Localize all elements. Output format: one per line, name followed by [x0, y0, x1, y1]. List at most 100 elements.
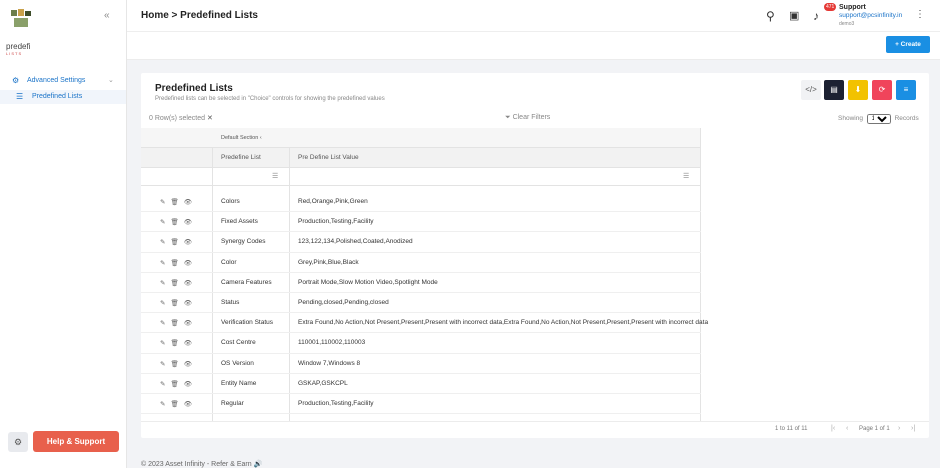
delete-icon[interactable]: 🗑: [170, 199, 183, 206]
row-actions: ✎🗑👁: [160, 380, 197, 388]
delete-icon[interactable]: 🗑: [170, 320, 183, 327]
cell-list-value: Portrait Mode,Slow Motion Video,Spotligh…: [298, 278, 438, 286]
sidebar-item-predefined-lists[interactable]: ☰ Predefined Lists: [0, 90, 126, 104]
clear-filters-button[interactable]: ⏷ Clear Filters: [505, 114, 550, 122]
create-button[interactable]: + Create: [886, 36, 930, 53]
cogs-icon: ⚙: [12, 76, 20, 85]
user-name[interactable]: Support: [839, 4, 866, 11]
chevron-down-icon: ⌄: [108, 77, 114, 84]
edit-icon[interactable]: ✎: [160, 219, 170, 226]
view-icon[interactable]: 👁: [184, 219, 197, 226]
last-page-icon[interactable]: ›|: [911, 425, 915, 432]
view-icon[interactable]: 👁: [184, 239, 197, 246]
search-icon[interactable]: ⚲: [766, 9, 775, 23]
settings-button[interactable]: ⚙: [8, 432, 28, 452]
edit-icon[interactable]: ✎: [160, 381, 170, 388]
delete-icon[interactable]: 🗑: [170, 260, 183, 267]
delete-icon[interactable]: 🗑: [170, 401, 183, 408]
code-view-button[interactable]: </>: [801, 80, 821, 100]
delete-icon[interactable]: 🗑: [170, 300, 183, 307]
refresh-button[interactable]: ⟳: [872, 80, 892, 100]
delete-icon[interactable]: 🗑: [170, 381, 183, 388]
delete-icon[interactable]: 🗑: [170, 340, 183, 347]
section-header-row: Default Section ‹: [141, 128, 701, 148]
page-size-control: Showing 100 Records: [838, 114, 919, 124]
column-header-list-value[interactable]: Pre Define List Value: [298, 154, 359, 161]
footer-text: © 2023 Asset Infinity - Refer & Earn: [141, 461, 252, 468]
edit-icon[interactable]: ✎: [160, 320, 170, 327]
cell-list-name: Camera Features: [221, 278, 272, 286]
main-content: Predefined Lists Predefined lists can be…: [127, 60, 940, 468]
user-email: support@pcsinfinity.in: [839, 12, 903, 19]
cell-list-name: Colors: [221, 198, 240, 205]
clear-selection-icon[interactable]: ✕: [207, 115, 213, 122]
cell-list-value: 110001,110002,110003: [298, 339, 366, 347]
row-actions: ✎🗑👁: [160, 339, 197, 347]
edit-icon[interactable]: ✎: [160, 260, 170, 267]
filter-icon: ⏷: [505, 114, 511, 121]
breadcrumb: Home > Predefined Lists: [141, 10, 258, 21]
list-icon: ☰: [16, 92, 24, 101]
edit-icon[interactable]: ✎: [160, 340, 170, 347]
app-logo: [11, 9, 31, 27]
chevron-left-icon[interactable]: ‹: [260, 135, 262, 141]
pagination: 1 to 11 of 11 |‹ ‹ Page 1 of 1 › ›|: [141, 421, 929, 438]
prev-page-icon[interactable]: ‹: [846, 425, 848, 432]
cell-list-name: Color: [221, 258, 237, 266]
section-label: Default Section ‹: [221, 135, 262, 141]
edit-icon[interactable]: ✎: [160, 300, 170, 307]
cell-list-value: 123,122,134,Polished,Coated,Anodized: [298, 238, 413, 246]
delete-icon[interactable]: 🗑: [170, 361, 183, 368]
showing-label: Showing: [838, 115, 863, 122]
filter-icon-list-value[interactable]: ☰: [683, 172, 689, 180]
bell-icon[interactable]: ♪: [813, 9, 819, 23]
edit-icon[interactable]: ✎: [160, 199, 170, 206]
column-list-button[interactable]: ≡: [896, 80, 916, 100]
nav-group-advanced-settings[interactable]: ⚙ Advanced Settings ⌄: [0, 74, 126, 89]
more-options-icon[interactable]: ⋮: [915, 9, 925, 20]
filter-icon-predefine-list[interactable]: ☰: [272, 172, 278, 180]
cell-list-name: Fixed Assets: [221, 218, 258, 226]
clear-filters-label: Clear Filters: [512, 114, 551, 121]
view-icon[interactable]: 👁: [184, 280, 197, 287]
logo-subtext: LISTS: [6, 51, 23, 56]
cell-list-value: Red,Orange,Pink,Green: [298, 198, 368, 205]
column-header-predefine-list[interactable]: Predefine List: [221, 154, 261, 161]
edit-icon[interactable]: ✎: [160, 239, 170, 246]
sidebar-item-label: Predefined Lists: [32, 93, 83, 100]
nav-group-label: Advanced Settings: [27, 77, 86, 84]
row-actions: ✎🗑👁: [160, 299, 197, 307]
cell-list-name: Entity Name: [221, 379, 257, 387]
download-button[interactable]: ⬇: [848, 80, 868, 100]
collapse-sidebar-icon[interactable]: «: [104, 10, 110, 21]
view-icon[interactable]: 👁: [184, 260, 197, 267]
edit-icon[interactable]: ✎: [160, 401, 170, 408]
delete-icon[interactable]: 🗑: [170, 219, 183, 226]
view-icon[interactable]: 👁: [184, 401, 197, 408]
user-org: demo3: [839, 21, 855, 27]
view-icon[interactable]: 👁: [184, 340, 197, 347]
cell-list-value: Production,Testing,Facility: [298, 399, 374, 407]
delete-icon[interactable]: 🗑: [170, 280, 183, 287]
next-page-icon[interactable]: ›: [898, 425, 900, 432]
table-body: ✎🗑👁 Colors Red,Orange,Pink,Green ✎🗑👁 Fixed A…: [141, 192, 929, 415]
view-icon[interactable]: 👁: [184, 381, 197, 388]
view-icon[interactable]: 👁: [184, 320, 197, 327]
view-icon[interactable]: 👁: [184, 199, 197, 206]
view-icon[interactable]: 👁: [184, 300, 197, 307]
page-size-select[interactable]: 100: [866, 114, 891, 124]
table-row: ✎🗑👁 Color Grey,Pink,Blue,Black: [141, 253, 701, 273]
barcode-scan-icon[interactable]: ▣: [789, 9, 799, 22]
document-button[interactable]: ▤: [824, 80, 844, 100]
delete-icon[interactable]: 🗑: [170, 239, 183, 246]
refer-icon: 🔊: [253, 461, 263, 468]
predefined-lists-card: Predefined Lists Predefined lists can be…: [141, 73, 929, 438]
table-row: ✎🗑👁 Regular Production,Testing,Facility: [141, 394, 701, 415]
edit-icon[interactable]: ✎: [160, 361, 170, 368]
edit-icon[interactable]: ✎: [160, 280, 170, 287]
first-page-icon[interactable]: |‹: [831, 425, 835, 432]
row-actions: ✎🗑👁: [160, 218, 197, 226]
help-support-button[interactable]: Help & Support: [33, 431, 119, 452]
table-row: ✎🗑👁 Entity Name GSKAP,GSKCPL: [141, 374, 701, 394]
view-icon[interactable]: 👁: [184, 361, 197, 368]
